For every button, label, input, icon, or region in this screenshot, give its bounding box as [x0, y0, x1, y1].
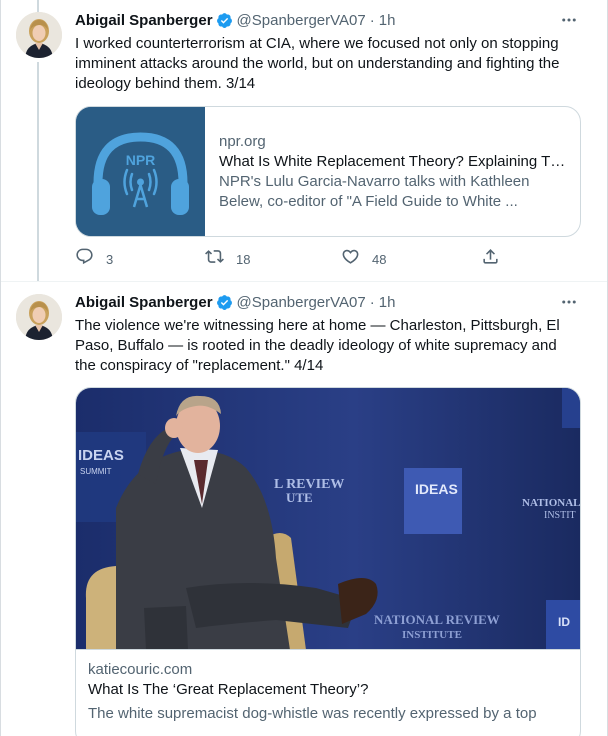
card-image: IDEAS SUMMIT L REVIEW UTE IDEAS NATIONAL… [76, 388, 580, 650]
like-count: 48 [372, 251, 387, 267]
author-name[interactable]: Abigail Spanberger [75, 294, 213, 311]
more-horizontal-icon[interactable] [559, 10, 579, 30]
thread-line [37, 62, 39, 281]
tweet-header: Abigail Spanberger @SpanbergerVA07 · 1h [75, 292, 395, 312]
like-button[interactable]: 48 [341, 247, 386, 271]
image-sign-text: ID [558, 615, 570, 629]
avatar[interactable] [16, 12, 62, 58]
tweet-actions: 3 18 48 [75, 247, 505, 271]
author-handle[interactable]: @SpanbergerVA07 [237, 12, 366, 29]
image-sign-text: NATIONAL [522, 497, 580, 509]
card-domain: npr.org [219, 132, 266, 150]
card-title: What Is The ‘Great Replacement Theory’? [88, 681, 369, 698]
image-sign-text: IDEAS [415, 481, 458, 497]
card-thumbnail: NPR [76, 107, 205, 236]
link-card[interactable]: NPR npr.org What Is White Replacement Th… [75, 106, 581, 237]
author-handle[interactable]: @SpanbergerVA07 [237, 294, 366, 311]
reply-icon [75, 247, 94, 271]
tweet-header: Abigail Spanberger @SpanbergerVA07 · 1h [75, 10, 395, 30]
card-body: katiecouric.com What Is The ‘Great Repla… [76, 650, 580, 724]
card-description: NPR's Lulu Garcia-Navarro talks with Kat… [219, 172, 530, 210]
share-icon [481, 247, 500, 271]
card-description: The white supremacist dog-whistle was re… [88, 705, 537, 722]
retweet-icon [205, 247, 224, 271]
tweet[interactable]: Abigail Spanberger @SpanbergerVA07 · 1h … [1, 282, 607, 736]
image-sign-text: INSTIT [544, 510, 576, 521]
tweet-text: I worked counterterrorism at CIA, where … [75, 35, 560, 92]
more-horizontal-icon[interactable] [559, 292, 579, 312]
image-sign-text: UTE [286, 490, 313, 505]
image-sign-text: INSTITUTE [402, 629, 462, 641]
tweet-timestamp[interactable]: 1h [379, 294, 396, 311]
card-thumbnail-label: NPR [126, 152, 156, 168]
image-sign-text: IDEAS [78, 447, 124, 464]
separator-dot: · [369, 11, 375, 29]
reply-count: 3 [106, 251, 114, 267]
author-name[interactable]: Abigail Spanberger [75, 12, 213, 29]
card-body: npr.org What Is White Replacement Theory… [205, 107, 580, 236]
verified-badge-icon [216, 294, 233, 311]
thread-line [37, 0, 39, 12]
image-sign-text: SUMMIT [80, 467, 112, 476]
retweet-button[interactable]: 18 [205, 247, 250, 271]
retweet-count: 18 [236, 251, 251, 267]
verified-badge-icon [216, 12, 233, 29]
link-card[interactable]: IDEAS SUMMIT L REVIEW UTE IDEAS NATIONAL… [75, 387, 581, 736]
image-sign-text: NATIONAL REVIEW [374, 612, 500, 627]
heart-icon [341, 247, 360, 271]
tweet-text: The violence we're witnessing here at ho… [75, 317, 560, 374]
card-title: What Is White Replacement Theory? Explai… [219, 152, 566, 170]
separator-dot: · [369, 293, 375, 311]
share-button[interactable] [481, 247, 500, 271]
card-domain: katiecouric.com [88, 661, 193, 678]
avatar[interactable] [16, 294, 62, 340]
reply-button[interactable]: 3 [75, 247, 113, 271]
tweet-timestamp[interactable]: 1h [379, 12, 396, 29]
tweet[interactable]: Abigail Spanberger @SpanbergerVA07 · 1h … [1, 0, 607, 281]
